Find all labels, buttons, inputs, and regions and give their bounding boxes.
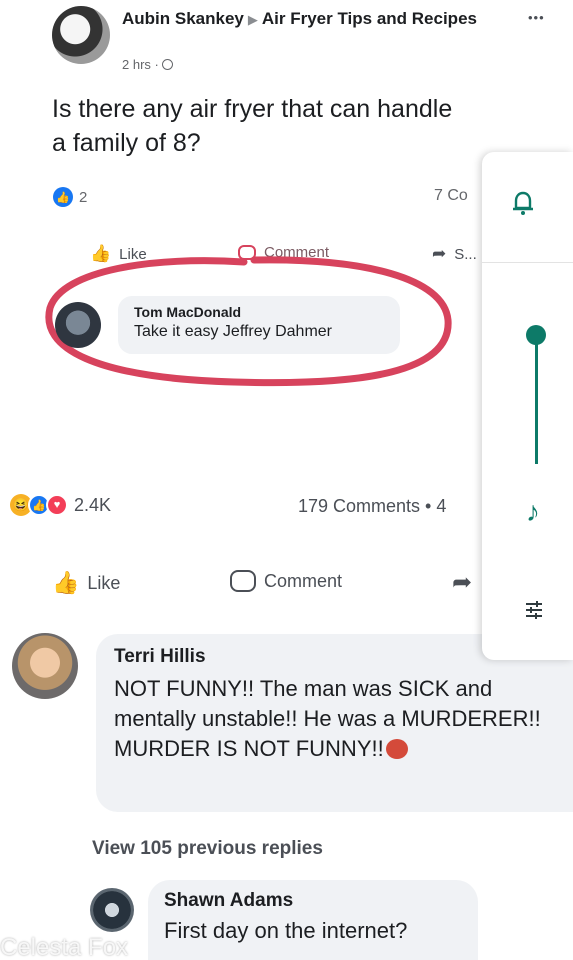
panel-divider [482, 262, 573, 263]
tom-comment-author[interactable]: Tom MacDonald [134, 304, 384, 320]
comment-count[interactable]: 7 Co [434, 187, 468, 205]
outer-share-button[interactable]: ➦ [452, 568, 472, 597]
shawn-comment-bubble: Shawn Adams First day on the internet? [148, 880, 478, 960]
post-meta: 2 hrs · [122, 57, 174, 72]
shawn-avatar[interactable] [90, 888, 134, 932]
post-text: Is there any air fryer that can handle a… [52, 95, 453, 157]
volume-slider-thumb[interactable] [526, 325, 546, 345]
shawn-comment-text: First day on the internet? [164, 918, 408, 943]
side-control-panel: ♪ [482, 152, 573, 660]
outer-like-button[interactable]: 👍 Like [52, 570, 120, 596]
volume-slider-track[interactable] [535, 334, 538, 464]
watermark-text: Celesta Fox [0, 934, 129, 960]
author-name[interactable]: Aubin Skankey [122, 9, 244, 28]
author-avatar[interactable] [52, 6, 110, 64]
outer-reaction-count: 2.4K [74, 494, 112, 515]
group-name[interactable]: Air Fryer Tips and Recipes [262, 9, 477, 28]
outer-reaction-summary[interactable]: 😆 👍 ♥ 2.4K [10, 494, 111, 516]
shawn-comment-author[interactable]: Shawn Adams [164, 890, 462, 912]
globe-icon [162, 59, 174, 70]
love-reaction-icon: ♥ [46, 494, 68, 516]
outer-comment-count[interactable]: 179 Comments • 4 [298, 496, 446, 517]
outer-comment-button[interactable]: Comment [230, 570, 342, 592]
tom-comment-text: Take it easy Jeffrey Dahmer [134, 323, 333, 340]
share-arrow-icon: ➦ [452, 569, 473, 596]
post-time[interactable]: 2 hrs · [122, 57, 162, 72]
equalizer-settings-icon[interactable] [524, 600, 544, 620]
like-reaction-icon: 👍 [53, 187, 73, 207]
view-previous-replies-link[interactable]: View 105 previous replies [92, 838, 323, 860]
tom-comment-bubble: Tom MacDonald Take it easy Jeffrey Dahme… [118, 296, 400, 354]
like-count: 2 [79, 188, 88, 206]
thumbs-up-icon: 👍 [52, 570, 80, 595]
terri-comment-text: NOT FUNNY!! The man was SICK and mentall… [114, 676, 541, 761]
comment-bubble-icon [230, 570, 256, 592]
more-options-icon[interactable]: ••• [528, 10, 545, 25]
bell-icon[interactable] [512, 190, 534, 216]
terri-comment-bubble: Terri Hillis NOT FUNNY!! The man was SIC… [96, 634, 573, 812]
post-header: Aubin Skankey ▶ Air Fryer Tips and Recipes [122, 8, 502, 29]
angry-face-emoji-icon [385, 739, 408, 759]
tom-avatar[interactable] [55, 302, 101, 348]
reaction-summary[interactable]: 👍 2 [53, 187, 87, 207]
terri-avatar[interactable] [12, 633, 78, 699]
music-note-icon[interactable]: ♪ [526, 496, 540, 528]
arrow-right-icon: ▶ [247, 12, 258, 27]
